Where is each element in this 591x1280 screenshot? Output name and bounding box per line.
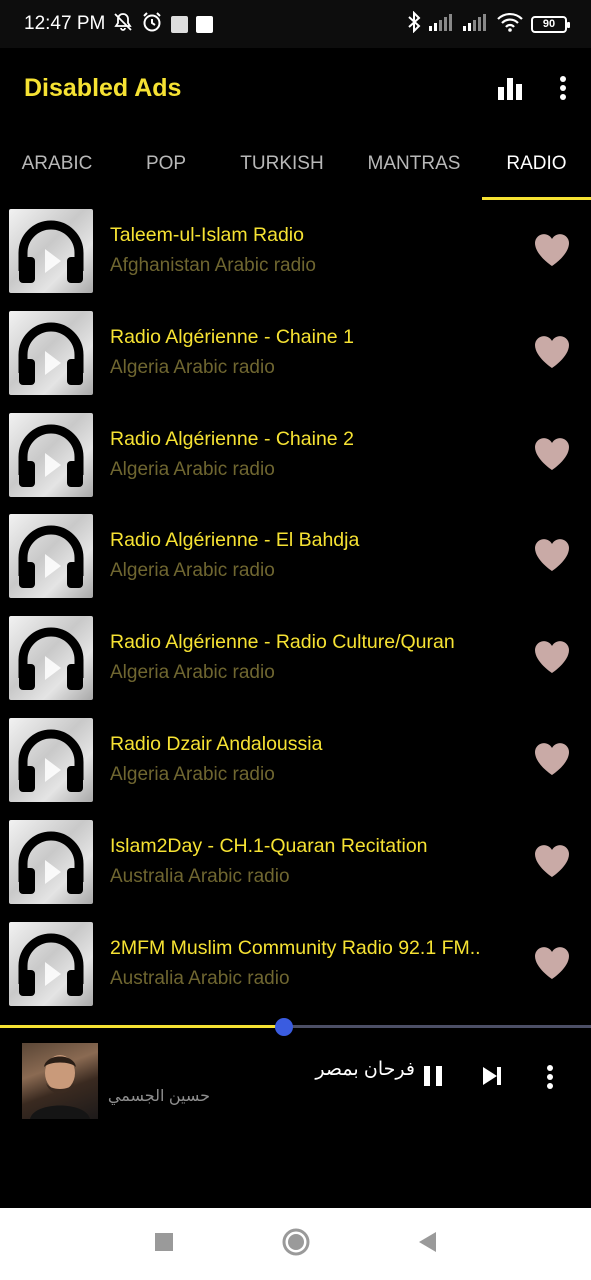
headphones-icon xyxy=(9,310,93,395)
tab-radio[interactable]: RADIO xyxy=(482,128,591,200)
headphones-icon xyxy=(9,412,93,497)
headphones-icon xyxy=(9,209,93,293)
tab-arabic[interactable]: ARABIC xyxy=(0,128,114,200)
song-artist: حسين الجسمي xyxy=(107,1088,210,1105)
station-subtitle: Algeria Arabic radio xyxy=(110,560,275,582)
wifi-icon xyxy=(497,12,523,37)
station-name: Radio Algérienne - Chaine 2 xyxy=(110,427,354,450)
mute-bell-icon xyxy=(113,12,133,37)
station-name: Taleem-ul-Islam Radio xyxy=(110,224,304,246)
station-subtitle: Algeria Arabic radio xyxy=(110,763,275,785)
heart-icon[interactable] xyxy=(533,741,571,777)
heart-icon[interactable] xyxy=(533,232,571,268)
list-item[interactable]: Radio Algérienne - Chaine 1 Algeria Arab… xyxy=(0,306,591,408)
heart-icon[interactable] xyxy=(533,537,571,573)
station-subtitle: Australia Arabic radio xyxy=(110,967,290,989)
app-title: Disabled Ads xyxy=(24,73,182,102)
headphones-icon xyxy=(9,616,93,701)
tab-pop[interactable]: POP xyxy=(114,128,218,200)
list-item[interactable]: Radio Algérienne - Chaine 2 Algeria Arab… xyxy=(0,408,591,510)
headphones-icon xyxy=(9,717,93,802)
more-vert-icon[interactable] xyxy=(546,1064,554,1095)
station-name: Islam2Day - CH.1-Quaran Recitation xyxy=(110,834,428,857)
status-time: 12:47 PM xyxy=(24,13,106,34)
notification-square-icon xyxy=(171,15,189,33)
list-item[interactable]: Radio Algérienne - Radio Culture/Quran A… xyxy=(0,611,591,713)
station-text: Radio Algérienne - El Bahdja Algeria Ara… xyxy=(110,529,520,582)
station-name: Radio Algérienne - El Bahdja xyxy=(110,529,360,552)
station-name: 2MFM Muslim Community Radio 92.1 FM.. xyxy=(110,936,481,959)
pause-icon[interactable] xyxy=(423,1064,443,1093)
category-tabs: ARABIC POP TURKISH MANTRAS RADIO xyxy=(0,128,591,200)
station-subtitle: Algeria Arabic radio xyxy=(110,458,275,480)
station-name: Radio Algérienne - Chaine 1 xyxy=(110,325,354,348)
station-subtitle: Australia Arabic radio xyxy=(110,865,290,887)
station-text: Radio Algérienne - Radio Culture/Quran A… xyxy=(110,631,520,684)
list-item[interactable]: 2MFM Muslim Community Radio 92.1 FM.. Au… xyxy=(0,917,591,1019)
app-bar: Disabled Ads xyxy=(0,48,591,128)
status-bar: 12:47 PM 90 xyxy=(0,0,591,48)
station-subtitle: Algeria Arabic radio xyxy=(110,662,275,684)
back-triangle-icon[interactable] xyxy=(418,1231,438,1258)
seek-fill xyxy=(0,1025,284,1028)
list-item[interactable]: Taleem-ul-Islam Radio Afghanistan Arabic… xyxy=(0,204,591,306)
headphones-icon xyxy=(9,514,93,599)
heart-icon[interactable] xyxy=(533,639,571,675)
status-left: 12:47 PM xyxy=(24,11,214,38)
heart-icon[interactable] xyxy=(533,945,571,981)
seek-bar[interactable] xyxy=(0,1018,591,1036)
list-item[interactable]: Islam2Day - CH.1-Quaran Recitation Austr… xyxy=(0,815,591,917)
equalizer-icon[interactable] xyxy=(497,76,523,100)
system-nav-bar xyxy=(0,1208,591,1280)
headphones-icon xyxy=(9,819,93,904)
tab-mantras[interactable]: MANTRAS xyxy=(346,128,482,200)
home-circle-icon[interactable] xyxy=(282,1228,310,1261)
battery-icon: 90 xyxy=(531,15,570,33)
heart-icon[interactable] xyxy=(533,334,571,370)
song-title: فرحان بمصر xyxy=(315,1059,415,1080)
station-list: Taleem-ul-Islam Radio Afghanistan Arabic… xyxy=(0,204,591,1018)
station-text: Radio Algérienne - Chaine 2 Algeria Arab… xyxy=(110,428,520,481)
bluetooth-icon xyxy=(407,10,421,38)
tab-turkish[interactable]: TURKISH xyxy=(218,128,346,200)
skip-next-icon[interactable] xyxy=(481,1064,503,1093)
station-name: Radio Algérienne - Radio Culture/Quran xyxy=(110,631,455,654)
list-item[interactable]: Radio Dzair Andaloussia Algeria Arabic r… xyxy=(0,713,591,815)
station-text: Radio Dzair Andaloussia Algeria Arabic r… xyxy=(110,733,520,786)
headphones-icon xyxy=(9,921,93,1006)
more-vert-icon[interactable] xyxy=(559,75,567,101)
signal-icon xyxy=(429,13,455,36)
recents-square-icon[interactable] xyxy=(154,1232,174,1257)
station-text: Taleem-ul-Islam Radio Afghanistan Arabic… xyxy=(110,224,520,277)
app-actions xyxy=(497,75,567,101)
signal-icon xyxy=(463,13,489,36)
station-text: Islam2Day - CH.1-Quaran Recitation Austr… xyxy=(110,835,520,888)
heart-icon[interactable] xyxy=(533,843,571,879)
notification-square-icon xyxy=(196,15,214,33)
station-subtitle: Afghanistan Arabic radio xyxy=(110,255,316,276)
station-name: Radio Dzair Andaloussia xyxy=(110,732,323,755)
heart-icon[interactable] xyxy=(533,436,571,472)
status-right: 90 xyxy=(407,10,570,38)
station-subtitle: Algeria Arabic radio xyxy=(110,356,275,378)
station-text: 2MFM Muslim Community Radio 92.1 FM.. Au… xyxy=(110,937,520,990)
list-item[interactable]: Radio Algérienne - El Bahdja Algeria Ara… xyxy=(0,509,591,611)
alarm-icon xyxy=(141,11,163,38)
battery-level: 90 xyxy=(542,18,556,30)
mini-player[interactable]: فرحان بمصر حسين الجسمي xyxy=(0,1034,591,1134)
album-art xyxy=(22,1043,98,1119)
station-text: Radio Algérienne - Chaine 1 Algeria Arab… xyxy=(110,326,520,379)
